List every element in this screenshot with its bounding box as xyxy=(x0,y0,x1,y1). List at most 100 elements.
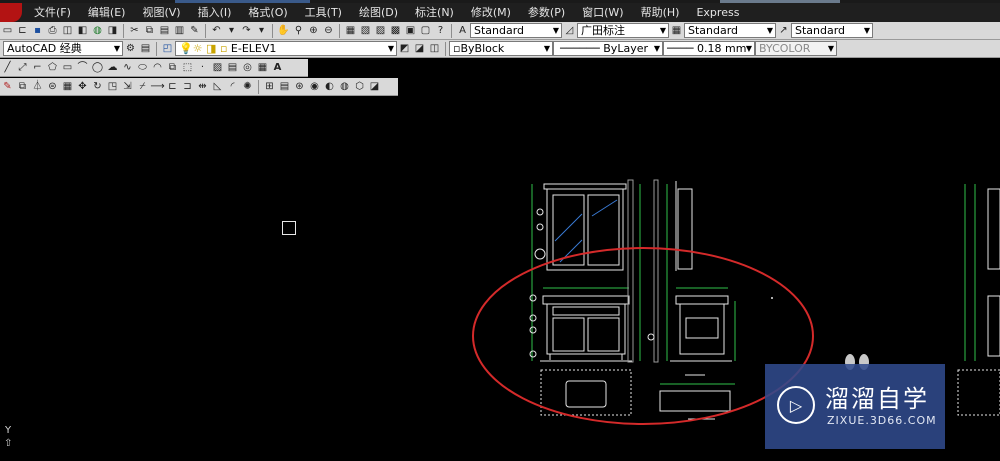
break-at-point-icon[interactable]: ⊏ xyxy=(166,80,179,93)
layer-previous-icon[interactable]: ◪ xyxy=(413,42,426,55)
view-grid-icon[interactable]: ⊞ xyxy=(263,80,276,93)
copy-icon[interactable]: ⧉ xyxy=(143,24,156,37)
hatch-icon[interactable]: ▨ xyxy=(211,61,224,74)
multileader-style-select[interactable]: Standard ▼ xyxy=(791,23,873,38)
stretch-icon[interactable]: ⇲ xyxy=(121,80,134,93)
plot-icon[interactable]: ◍ xyxy=(91,24,104,37)
workspace-select[interactable]: AutoCAD 经典 ▼ xyxy=(3,41,123,56)
layer-manager-icon[interactable]: ◰ xyxy=(161,42,174,55)
arc-icon[interactable]: ⌒ xyxy=(76,61,89,74)
save-icon[interactable]: ▪ xyxy=(31,24,44,37)
menu-parametric[interactable]: 参数(P) xyxy=(528,3,574,22)
calculator-icon[interactable]: ▢ xyxy=(419,24,432,37)
publish-icon[interactable]: ◧ xyxy=(76,24,89,37)
menu-draw[interactable]: 绘图(D) xyxy=(359,3,407,22)
zoom-realtime-icon[interactable]: ⚲ xyxy=(292,24,305,37)
circle-icon[interactable]: ◯ xyxy=(91,61,104,74)
gradient-icon[interactable]: ▤ xyxy=(226,61,239,74)
point-icon[interactable]: · xyxy=(196,61,209,74)
layer-states-icon[interactable]: ◫ xyxy=(428,42,441,55)
ellipse-icon[interactable]: ⬭ xyxy=(136,61,149,74)
menu-express[interactable]: Express xyxy=(696,3,748,22)
menu-view[interactable]: 视图(V) xyxy=(142,3,189,22)
etransmit-icon[interactable]: ◨ xyxy=(106,24,119,37)
named-views-icon[interactable]: ▤ xyxy=(278,80,291,93)
cut-icon[interactable]: ✂ xyxy=(128,24,141,37)
visual-style-icon[interactable]: ◐ xyxy=(323,80,336,93)
undo-dropdown-icon[interactable]: ▾ xyxy=(225,24,238,37)
properties-icon[interactable]: ▦ xyxy=(344,24,357,37)
zoom-window-icon[interactable]: ⊕ xyxy=(307,24,320,37)
polyline-icon[interactable]: ⌐ xyxy=(31,61,44,74)
color-select[interactable]: ▫ByBlock ▼ xyxy=(449,41,553,56)
rectangle-icon[interactable]: ▭ xyxy=(61,61,74,74)
extend-icon[interactable]: ⟶ xyxy=(150,80,164,93)
design-center-icon[interactable]: ▧ xyxy=(359,24,372,37)
make-block-icon[interactable]: ⬚ xyxy=(181,61,194,74)
polygon-icon[interactable]: ⬠ xyxy=(46,61,59,74)
multileader-style-icon[interactable]: ↗ xyxy=(777,24,790,37)
mirror-icon[interactable]: ⏃ xyxy=(31,80,44,93)
offset-icon[interactable]: ⊜ xyxy=(46,80,59,93)
make-layer-current-icon[interactable]: ◩ xyxy=(398,42,411,55)
layer-select[interactable]: 💡☼ ◨ ▫ E-ELEV1 ▼ xyxy=(175,41,397,56)
menu-edit[interactable]: 编辑(E) xyxy=(88,3,135,22)
dim-style-select[interactable]: 广田标注 ▼ xyxy=(577,23,669,38)
region-icon[interactable]: ◎ xyxy=(241,61,254,74)
menu-tools[interactable]: 工具(T) xyxy=(305,3,351,22)
revision-cloud-icon[interactable]: ☁ xyxy=(106,61,119,74)
app-logo-icon[interactable] xyxy=(0,3,22,22)
tool-palettes-icon[interactable]: ▨ xyxy=(374,24,387,37)
break-icon[interactable]: ⊐ xyxy=(181,80,194,93)
text-style-select[interactable]: Standard ▼ xyxy=(470,23,562,38)
drawing-canvas[interactable]: ▷ 溜溜自学 ZIXUE.3D66.COM Y ⇧ xyxy=(0,96,1000,461)
rotate-icon[interactable]: ↻ xyxy=(91,80,104,93)
dim-style-icon[interactable]: ◿ xyxy=(563,24,576,37)
erase-icon[interactable]: ✎ xyxy=(1,80,14,93)
redo-icon[interactable]: ↷ xyxy=(240,24,253,37)
text-style-icon[interactable]: A xyxy=(456,24,469,37)
menu-window[interactable]: 窗口(W) xyxy=(582,3,632,22)
line-icon[interactable]: ╱ xyxy=(1,61,14,74)
table-style-select[interactable]: Standard ▼ xyxy=(684,23,776,38)
zoom-previous-icon[interactable]: ⊖ xyxy=(322,24,335,37)
multiline-text-icon[interactable]: A xyxy=(271,61,284,74)
match-properties-icon[interactable]: ✎ xyxy=(188,24,201,37)
view-cube-icon[interactable]: ⬡ xyxy=(353,80,366,93)
ellipse-arc-icon[interactable]: ◠ xyxy=(151,61,164,74)
trim-icon[interactable]: ⌿ xyxy=(136,80,149,93)
redo-dropdown-icon[interactable]: ▾ xyxy=(255,24,268,37)
workspace-settings-icon[interactable]: ⚙ xyxy=(124,42,137,55)
array-icon[interactable]: ▦ xyxy=(61,80,74,93)
move-icon[interactable]: ✥ xyxy=(76,80,89,93)
insert-block-icon[interactable]: ⧉ xyxy=(166,61,179,74)
menu-format[interactable]: 格式(O) xyxy=(248,3,296,22)
help-icon[interactable]: ? xyxy=(434,24,447,37)
my-workspace-icon[interactable]: ▤ xyxy=(139,42,152,55)
spline-icon[interactable]: ∿ xyxy=(121,61,134,74)
join-icon[interactable]: ⇹ xyxy=(196,80,209,93)
fillet-icon[interactable]: ◜ xyxy=(226,80,239,93)
camera-icon[interactable]: ◪ xyxy=(368,80,381,93)
undo-icon[interactable]: ↶ xyxy=(210,24,223,37)
render-icon[interactable]: ◉ xyxy=(308,80,321,93)
open-file-icon[interactable]: ⊏ xyxy=(16,24,29,37)
table-icon[interactable]: ▦ xyxy=(256,61,269,74)
table-style-icon[interactable]: ▦ xyxy=(670,24,683,37)
paste-special-icon[interactable]: ▥ xyxy=(173,24,186,37)
new-file-icon[interactable]: ▭ xyxy=(1,24,14,37)
markup-icon[interactable]: ▣ xyxy=(404,24,417,37)
explode-icon[interactable]: ✺ xyxy=(241,80,254,93)
copy-object-icon[interactable]: ⧉ xyxy=(16,80,29,93)
orbit-icon[interactable]: ⊛ xyxy=(293,80,306,93)
print-icon[interactable]: ⎙ xyxy=(46,24,59,37)
scale-icon[interactable]: ◳ xyxy=(106,80,119,93)
material-icon[interactable]: ◍ xyxy=(338,80,351,93)
sheet-set-icon[interactable]: ▩ xyxy=(389,24,402,37)
menu-help[interactable]: 帮助(H) xyxy=(641,3,689,22)
menu-insert[interactable]: 插入(I) xyxy=(198,3,241,22)
print-preview-icon[interactable]: ◫ xyxy=(61,24,74,37)
linetype-select[interactable]: ────── ByLayer ▼ xyxy=(553,41,663,56)
lineweight-select[interactable]: ──── 0.18 mm ▼ xyxy=(663,41,755,56)
menu-modify[interactable]: 修改(M) xyxy=(471,3,520,22)
